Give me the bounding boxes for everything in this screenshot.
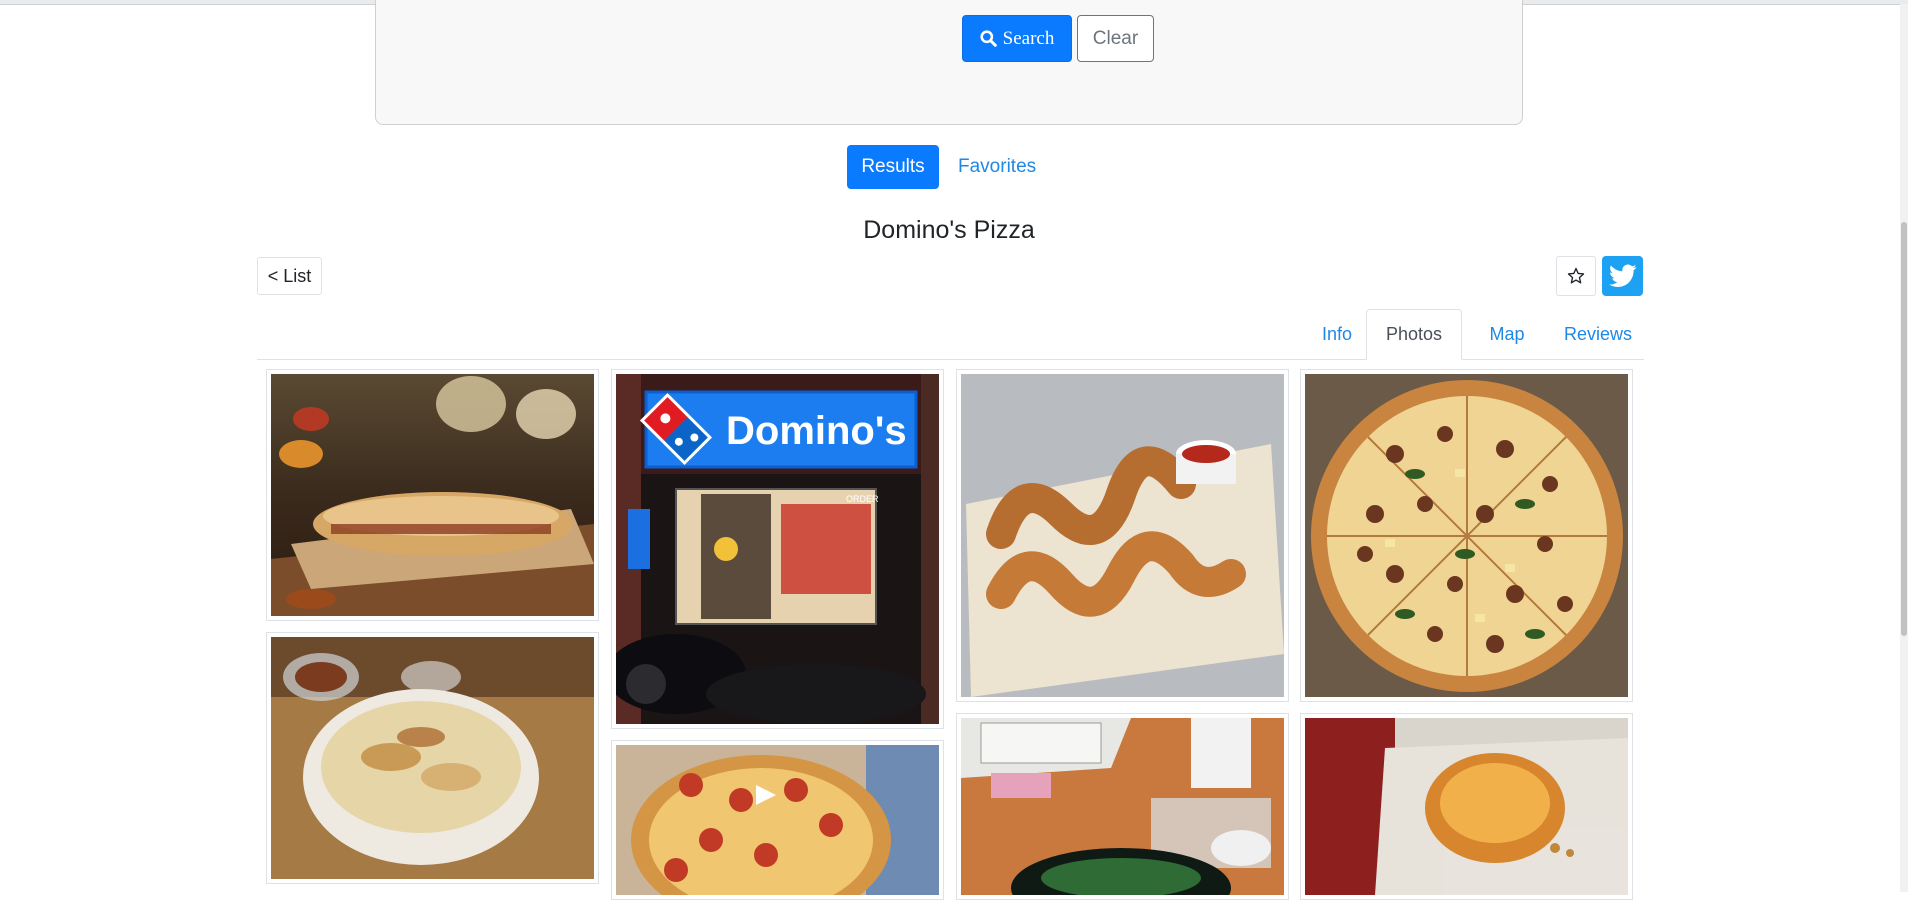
favorites-pill[interactable]: Favorites — [950, 145, 1044, 189]
business-title: Domino's Pizza — [863, 216, 1035, 244]
search-button-label: Search — [1002, 27, 1055, 49]
photo-thumbnail[interactable] — [1300, 369, 1633, 702]
photo-thumbnail[interactable] — [956, 369, 1289, 702]
detail-tabs: Info Photos Map Reviews — [257, 309, 1644, 360]
scrollbar-thumb[interactable] — [1901, 222, 1907, 636]
bread-twists-photo — [961, 374, 1284, 697]
page-scrollbar[interactable] — [1900, 4, 1908, 892]
photo-thumbnail[interactable] — [266, 369, 599, 621]
sandwich-photo — [271, 374, 594, 616]
storefront-door-text: ORDER — [846, 494, 879, 504]
tab-photos[interactable]: Photos — [1366, 309, 1462, 360]
storefront-photo: Domino's ORDER — [616, 374, 939, 724]
tab-info[interactable]: Info — [1304, 309, 1370, 359]
office-desk-photo — [961, 718, 1284, 895]
search-button[interactable]: Search — [962, 15, 1072, 62]
back-to-list-button[interactable]: < List — [257, 257, 322, 295]
storefront-sign-text: Domino's — [726, 409, 907, 453]
photo-thumbnail[interactable] — [1300, 713, 1633, 900]
photo-thumbnail[interactable] — [611, 740, 944, 900]
tab-reviews[interactable]: Reviews — [1552, 309, 1644, 359]
twitter-icon — [1608, 264, 1637, 287]
search-icon — [980, 30, 997, 47]
pizza-box-photo — [1305, 718, 1628, 895]
results-pill[interactable]: Results — [847, 145, 939, 189]
photo-thumbnail[interactable]: Domino's ORDER — [611, 369, 944, 729]
pasta-bowl-photo — [271, 637, 594, 879]
twitter-button[interactable] — [1602, 256, 1643, 296]
pepperoni-pizza-photo — [616, 745, 939, 895]
photo-thumbnail[interactable] — [266, 632, 599, 884]
pizza-toppings-photo — [1305, 374, 1628, 697]
tab-map[interactable]: Map — [1470, 309, 1544, 359]
star-icon — [1567, 267, 1585, 284]
photo-thumbnail[interactable] — [956, 713, 1289, 900]
clear-button[interactable]: Clear — [1077, 15, 1154, 62]
favorite-button[interactable] — [1556, 256, 1596, 296]
search-panel: Search Clear — [375, 0, 1523, 125]
